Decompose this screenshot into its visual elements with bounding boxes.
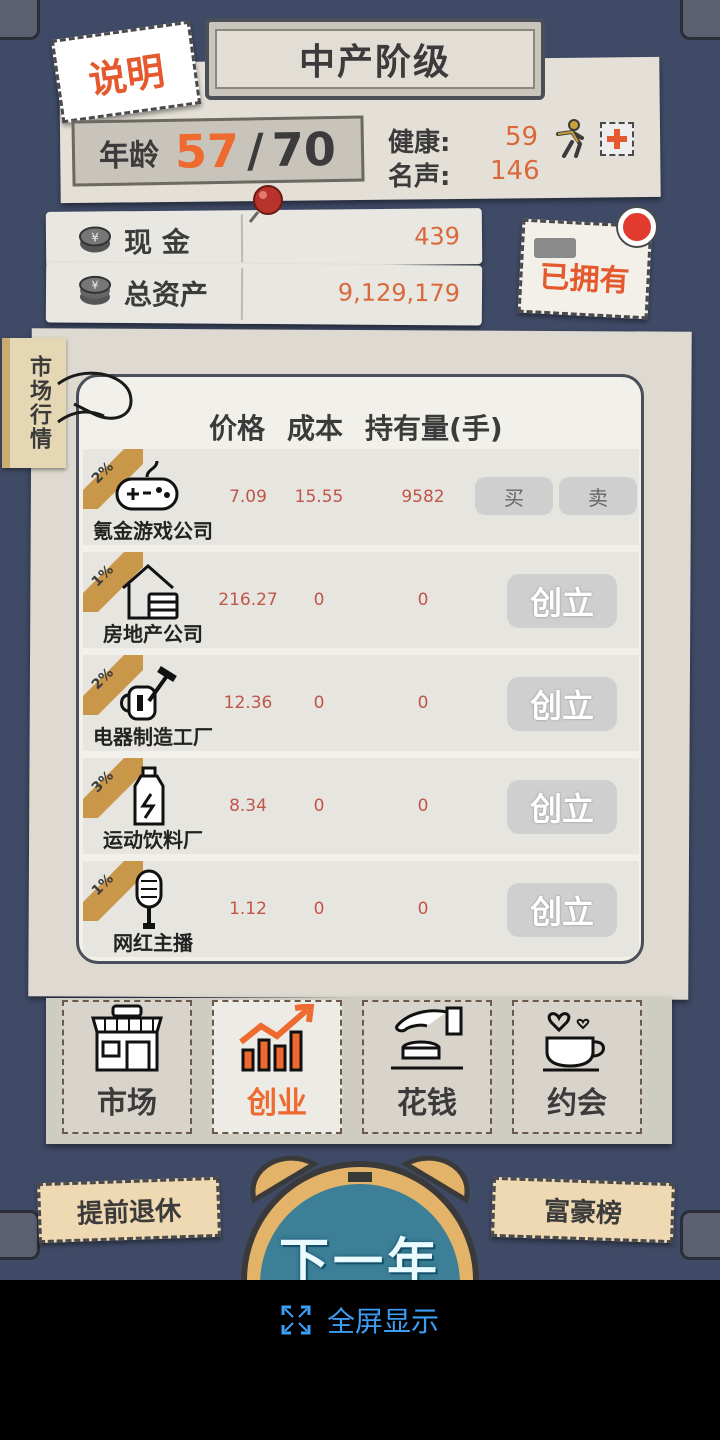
age-label: 年龄 bbox=[98, 138, 160, 175]
assets-slip: ¥ 总资产 9,129,179 bbox=[45, 262, 483, 326]
rich-list-button[interactable]: 富豪榜 bbox=[491, 1176, 675, 1244]
frame-corner bbox=[680, 0, 720, 40]
kettle-hammer-icon bbox=[120, 666, 177, 721]
found-company-button[interactable]: 创立 bbox=[507, 780, 617, 834]
game-screen: 中产阶级 说明 年龄 57 / 70 健康: 59 名声: 146 ¥ 现 金 … bbox=[0, 0, 720, 1280]
price-cell: 7.09 bbox=[229, 487, 267, 507]
fullscreen-label: 全屏显示 bbox=[326, 1305, 439, 1338]
coin-stack-icon: ¥ bbox=[79, 275, 112, 305]
tab-label: 约会 bbox=[547, 1086, 607, 1121]
frame-corner bbox=[0, 1210, 40, 1260]
company-name: 网红主播 bbox=[113, 931, 193, 955]
price-cell: 216.27 bbox=[218, 590, 278, 610]
cost-cell: 0 bbox=[313, 693, 325, 713]
cost-cell: 0 bbox=[313, 590, 325, 610]
tab-label: 市场 bbox=[97, 1086, 157, 1121]
help-label: 说明 bbox=[85, 48, 168, 103]
tab-dating[interactable]: 约会 bbox=[512, 1000, 642, 1134]
table-row: 1% 房地产公司 216.27 0 0 创立 bbox=[83, 552, 639, 648]
frame-corner bbox=[0, 0, 40, 40]
sell-button[interactable]: 卖 bbox=[559, 477, 637, 515]
cash-value: 439 bbox=[414, 222, 461, 251]
price-cell: 1.12 bbox=[229, 899, 267, 919]
holding-cell: 0 bbox=[417, 796, 429, 816]
tab-spend[interactable]: 花钱 bbox=[362, 1000, 492, 1134]
tab-startup[interactable]: 创业 bbox=[212, 1000, 342, 1134]
next-year-button[interactable]: 下一年 bbox=[238, 1222, 482, 1280]
frame-corner bbox=[680, 1210, 720, 1260]
tab-market[interactable]: 市场 bbox=[62, 1000, 192, 1134]
chart-up-icon bbox=[239, 1004, 315, 1072]
cash-label: 现 金 bbox=[123, 225, 190, 260]
fame-label: 名声: bbox=[388, 162, 451, 192]
svg-text:¥: ¥ bbox=[92, 279, 99, 292]
house-icon bbox=[122, 564, 179, 620]
health-value: 59 bbox=[505, 122, 539, 152]
health-label: 健康: bbox=[388, 128, 451, 158]
age-max: 70 bbox=[271, 121, 337, 178]
market-table: 价格 成本 持有量(手) 2% 氪金游戏公司 7.09 15.55 9582 买… bbox=[76, 374, 644, 964]
holding-cell: 0 bbox=[417, 590, 429, 610]
table-row: 2% 电器制造工厂 12.36 0 0 创立 bbox=[83, 655, 639, 751]
fullscreen-button[interactable]: 全屏显示 bbox=[0, 1290, 720, 1350]
microphone-icon bbox=[135, 869, 163, 929]
class-title: 中产阶级 bbox=[215, 29, 535, 89]
buy-button[interactable]: 买 bbox=[475, 477, 553, 515]
company-name: 电器制造工厂 bbox=[93, 725, 213, 749]
class-title-plate: 中产阶级 bbox=[205, 18, 545, 100]
add-health-button[interactable] bbox=[600, 122, 634, 156]
holding-cell: 9582 bbox=[401, 487, 445, 507]
fame-value: 146 bbox=[490, 156, 540, 186]
early-retire-button[interactable]: 提前退休 bbox=[37, 1176, 221, 1244]
age-panel: 年龄 57 / 70 bbox=[71, 115, 365, 187]
found-company-button[interactable]: 创立 bbox=[507, 574, 617, 628]
company-name: 氪金游戏公司 bbox=[93, 519, 213, 543]
column-header-cost: 成本 bbox=[287, 412, 344, 445]
assets-label: 总资产 bbox=[123, 278, 209, 312]
plus-icon bbox=[607, 129, 627, 149]
company-name: 房地产公司 bbox=[103, 622, 203, 646]
table-header: 价格 成本 持有量(手) bbox=[209, 407, 503, 447]
company-name: 运动饮料厂 bbox=[103, 828, 203, 852]
bottle-icon bbox=[133, 766, 165, 826]
holding-cell: 0 bbox=[417, 693, 429, 713]
found-company-button[interactable]: 创立 bbox=[507, 677, 617, 731]
card-icon bbox=[534, 238, 576, 258]
cost-cell: 15.55 bbox=[294, 487, 344, 507]
found-company-button[interactable]: 创立 bbox=[507, 883, 617, 937]
pushpin-icon bbox=[248, 185, 283, 223]
market-side-label: 市场行情 bbox=[26, 355, 51, 451]
coffee-heart-icon bbox=[543, 1012, 605, 1072]
table-row: 1% 网红主播 1.12 0 0 创立 bbox=[83, 861, 639, 957]
owned-label: 已拥有 bbox=[538, 259, 631, 300]
tab-label: 创业 bbox=[247, 1086, 307, 1121]
tired-walker-icon bbox=[556, 119, 584, 158]
table-row: 2% 氪金游戏公司 7.09 15.55 9582 买 卖 bbox=[83, 449, 639, 545]
svg-text:¥: ¥ bbox=[91, 230, 99, 244]
notification-dot bbox=[618, 208, 656, 246]
coin-stack-icon: ¥ bbox=[78, 226, 111, 253]
age-separator: / bbox=[246, 123, 265, 178]
assets-value: 9,129,179 bbox=[337, 278, 461, 308]
age-current: 57 bbox=[174, 123, 240, 179]
price-cell: 8.34 bbox=[229, 796, 267, 816]
column-header-price: 价格 bbox=[209, 412, 266, 445]
tab-label: 花钱 bbox=[397, 1086, 457, 1121]
shop-icon bbox=[91, 1004, 163, 1072]
cost-cell: 0 bbox=[313, 796, 325, 816]
paper-clip-icon bbox=[57, 371, 133, 424]
holding-cell: 0 bbox=[417, 899, 429, 919]
table-row: 3% 运动饮料厂 8.34 0 0 创立 bbox=[83, 758, 639, 854]
price-cell: 12.36 bbox=[223, 693, 273, 713]
cost-cell: 0 bbox=[313, 899, 325, 919]
expand-icon bbox=[281, 1305, 311, 1335]
gamepad-icon bbox=[115, 460, 179, 511]
coin-hand-icon bbox=[391, 1006, 463, 1070]
column-header-holding: 持有量(手) bbox=[365, 412, 503, 445]
